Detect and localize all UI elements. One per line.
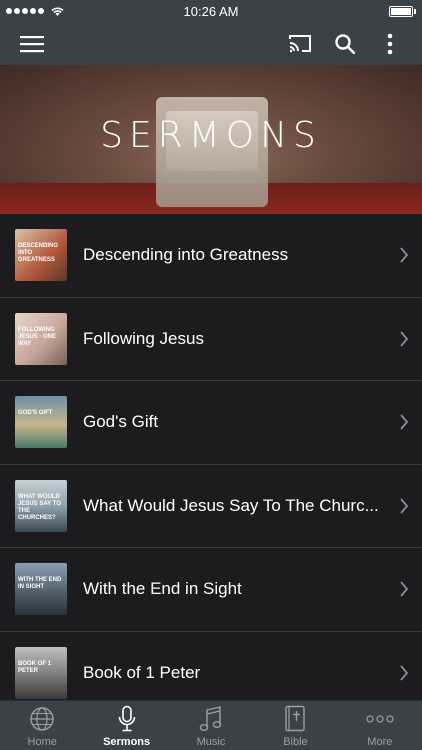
sermon-thumbnail: What Would Jesus Say To The Churches? (15, 479, 67, 532)
tab-more[interactable]: More (338, 701, 422, 750)
chevron-right-icon (386, 247, 422, 263)
menu-button[interactable] (12, 22, 52, 65)
status-bar: 10:26 AM (0, 0, 422, 22)
sermon-title: Book of 1 Peter (83, 662, 201, 682)
sermon-row[interactable]: God's Gift God's Gift (0, 381, 422, 465)
sermon-title: With the End in Sight (83, 579, 242, 599)
hero-banner: SERMONS (0, 65, 422, 214)
music-note-icon (199, 704, 223, 734)
sermon-title: Descending into Greatness (83, 245, 289, 265)
cast-icon (289, 35, 311, 53)
sermon-thumbnail: Book of 1 Peter (15, 646, 67, 699)
signal-strength-icon (6, 8, 44, 14)
tab-home[interactable]: Home (0, 701, 84, 750)
chevron-right-icon (386, 331, 422, 347)
microphone-icon (117, 704, 137, 734)
sermon-thumbnail: With The End In Sight (15, 563, 67, 616)
tab-bar: Home Sermons Music Bible More (0, 700, 422, 750)
hamburger-menu-icon (20, 35, 44, 52)
chevron-right-icon (386, 498, 422, 514)
search-icon (335, 33, 355, 54)
tab-sermons[interactable]: Sermons (84, 701, 168, 750)
cast-button[interactable] (284, 22, 316, 65)
sermon-row[interactable]: Descending into Greatness Descending int… (0, 214, 422, 298)
app-bar (0, 22, 422, 65)
sermon-thumbnail: Descending into Greatness (15, 229, 67, 282)
sermon-thumbnail: Following Jesus · ONE WAY (15, 312, 67, 365)
search-button[interactable] (330, 22, 360, 65)
page-title: SERMONS (100, 115, 322, 156)
overflow-menu-button[interactable] (376, 22, 404, 65)
vertical-dots-icon (387, 33, 393, 54)
tab-music[interactable]: Music (169, 701, 253, 750)
tab-bible[interactable]: Bible (253, 701, 337, 750)
sermon-title: Following Jesus (83, 328, 204, 348)
globe-icon (29, 704, 55, 734)
signal-wifi (6, 6, 146, 17)
sermon-thumbnail: God's Gift (15, 396, 67, 449)
sermon-title: What Would Jesus Say To The Churc... (83, 495, 379, 515)
wifi-icon (51, 7, 64, 16)
sermon-row[interactable]: Following Jesus · ONE WAY Following Jesu… (0, 297, 422, 381)
bible-icon (284, 704, 306, 734)
sermon-row[interactable]: What Would Jesus Say To The Churches? Wh… (0, 464, 422, 548)
sermon-row[interactable]: Book of 1 Peter Book of 1 Peter (0, 631, 422, 700)
chevron-right-icon (386, 414, 422, 430)
sermon-title: God's Gift (83, 412, 159, 432)
sermon-row[interactable]: With The End In Sight With the End in Si… (0, 548, 422, 632)
chevron-right-icon (386, 581, 422, 597)
battery-icon (389, 5, 413, 17)
status-time: 10:26 AM (183, 3, 239, 19)
more-dots-icon (365, 704, 395, 734)
chevron-right-icon (386, 665, 422, 681)
sermon-list: Descending into Greatness Descending int… (0, 214, 422, 700)
